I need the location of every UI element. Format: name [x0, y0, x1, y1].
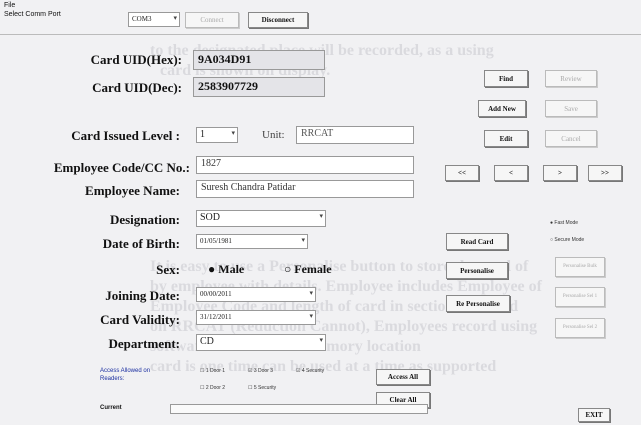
personalise-sel1-button[interactable]: Personalise Sel 1: [555, 287, 605, 307]
security5-label: 5 Security: [253, 385, 277, 391]
unit-field[interactable]: RRCAT: [296, 126, 414, 144]
connect-button[interactable]: Connect: [185, 12, 239, 28]
re-personalise-button[interactable]: Re Personalise: [446, 295, 510, 312]
comm-port-value: COM3: [132, 15, 152, 23]
card-uid-dec-label: Card UID(Dec):: [92, 80, 182, 95]
secure-mode-radio[interactable]: ○ Secure Mode: [550, 237, 584, 243]
chevron-down-icon: ▾: [319, 336, 323, 344]
access-allowed-label: Access Allowed on Readers:: [100, 368, 151, 382]
unit-label: Unit:: [262, 129, 285, 141]
disconnect-button[interactable]: Disconnect: [248, 12, 308, 28]
door3-checkbox[interactable]: ☑ 3 Door 3: [248, 368, 273, 374]
employee-name-field[interactable]: Suresh Chandra Patidar: [196, 180, 414, 198]
sex-female-label: Female: [294, 262, 332, 276]
chevron-down-icon: ▾: [309, 289, 313, 297]
employee-code-field[interactable]: 1827: [196, 156, 414, 174]
card-issued-level-value: 1: [200, 129, 205, 140]
first-record-button[interactable]: <<: [445, 165, 479, 181]
card-issued-level-label: Card Issued Level :: [71, 128, 180, 143]
card-uid-hex-field[interactable]: 9A034D91: [193, 50, 325, 70]
designation-label: Designation:: [109, 212, 180, 227]
chevron-down-icon: ▾: [309, 312, 313, 320]
comm-port-select[interactable]: COM3 ▾: [128, 12, 180, 27]
card-validity-picker[interactable]: 31/12/2011 ▾: [196, 310, 316, 325]
department-label: Department:: [108, 336, 180, 351]
file-menu[interactable]: File: [4, 2, 15, 9]
department-select[interactable]: CD ▾: [196, 334, 326, 351]
date-of-birth-value: 01/05/1981: [200, 237, 232, 245]
date-of-birth-picker[interactable]: 01/05/1981 ▾: [196, 234, 308, 249]
card-uid-hex-label: Card UID(Hex):: [90, 52, 182, 67]
joining-date-label: Joining Date:: [105, 288, 180, 303]
fast-mode-label: Fast Mode: [554, 220, 579, 226]
sex-female-radio[interactable]: ○ Female: [284, 262, 332, 277]
add-new-button[interactable]: Add New: [478, 100, 526, 117]
secure-mode-label: Secure Mode: [554, 237, 585, 243]
chevron-down-icon: ▾: [319, 212, 323, 220]
chevron-down-icon: ▾: [231, 129, 235, 137]
top-divider: [0, 34, 641, 35]
review-button[interactable]: Review: [545, 70, 597, 87]
current-status-field: [170, 404, 428, 414]
select-comm-port-label: Select Comm Port: [4, 11, 61, 18]
security5-checkbox[interactable]: ☐ 5 Security: [248, 385, 276, 391]
door3-label: 3 Door 3: [253, 368, 274, 374]
personalise-button[interactable]: Personalise: [446, 262, 508, 279]
sex-male-radio[interactable]: ● Male: [208, 262, 244, 277]
fast-mode-radio[interactable]: ● Fast Mode: [550, 220, 578, 226]
designation-select[interactable]: SOD ▾: [196, 210, 326, 227]
door2-label: 2 Door 2: [205, 385, 226, 391]
chevron-down-icon: ▾: [301, 236, 305, 244]
next-record-button[interactable]: >: [543, 165, 577, 181]
personalise-sel2-button[interactable]: Personalise Sel 2: [555, 318, 605, 338]
access-all-button[interactable]: Access All: [376, 369, 430, 385]
sex-male-label: Male: [218, 262, 245, 276]
chevron-down-icon: ▾: [173, 14, 177, 22]
save-button[interactable]: Save: [545, 100, 597, 117]
personalise-bulk-button[interactable]: Personalise Bulk: [555, 257, 605, 277]
cancel-button[interactable]: Cancel: [545, 130, 597, 147]
card-validity-value: 31/12/2011: [200, 313, 232, 321]
exit-button[interactable]: EXIT: [578, 408, 610, 422]
joining-date-picker[interactable]: 00/00/2011 ▾: [196, 287, 316, 302]
security4-checkbox[interactable]: ☑ 4 Security: [296, 368, 324, 374]
card-issued-level-select[interactable]: 1 ▾: [196, 127, 238, 143]
read-card-button[interactable]: Read Card: [446, 233, 508, 250]
designation-value: SOD: [200, 212, 221, 223]
find-button[interactable]: Find: [484, 70, 528, 87]
joining-date-value: 00/00/2011: [200, 290, 232, 298]
security4-label: 4 Security: [301, 368, 325, 374]
date-of-birth-label: Date of Birth:: [102, 236, 180, 251]
sex-label: Sex:: [156, 262, 180, 277]
current-label: Current: [100, 405, 122, 411]
last-record-button[interactable]: >>: [588, 165, 622, 181]
card-uid-dec-field[interactable]: 2583907729: [193, 77, 325, 97]
door1-label: 1 Door 1: [205, 368, 226, 374]
door1-checkbox[interactable]: ☐ 1 Door 1: [200, 368, 225, 374]
edit-button[interactable]: Edit: [484, 130, 528, 147]
employee-name-label: Employee Name:: [85, 183, 180, 198]
prev-record-button[interactable]: <: [494, 165, 528, 181]
door2-checkbox[interactable]: ☐ 2 Door 2: [200, 385, 225, 391]
employee-code-label: Employee Code/CC No.:: [53, 160, 190, 175]
card-validity-label: Card Validity:: [100, 312, 180, 327]
department-value: CD: [200, 336, 214, 347]
